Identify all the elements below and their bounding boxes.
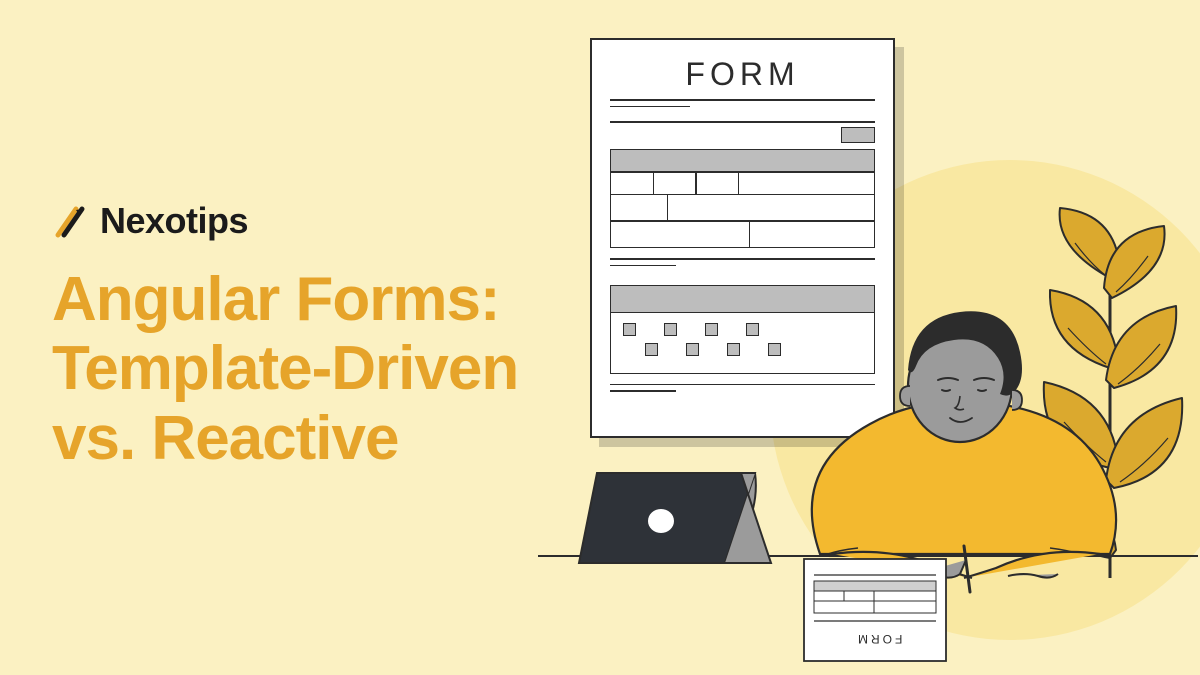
brand-name: Nexotips (100, 200, 248, 242)
page-headline: Angular Forms: Template-Driven vs. React… (52, 265, 518, 473)
paper-illustration (800, 555, 950, 665)
brand-logo-icon (52, 203, 88, 239)
headline-line-2: Template-Driven (52, 334, 518, 403)
form-illustration-title: FORM (610, 56, 875, 93)
paper-form-label: FORM (855, 632, 902, 646)
headline-line-1: Angular Forms: (52, 265, 500, 334)
headline-line-3: vs. Reactive (52, 404, 398, 473)
brand-block: Nexotips (52, 200, 248, 242)
banner-canvas: FORM (0, 0, 1200, 675)
laptop-illustration (575, 465, 775, 605)
